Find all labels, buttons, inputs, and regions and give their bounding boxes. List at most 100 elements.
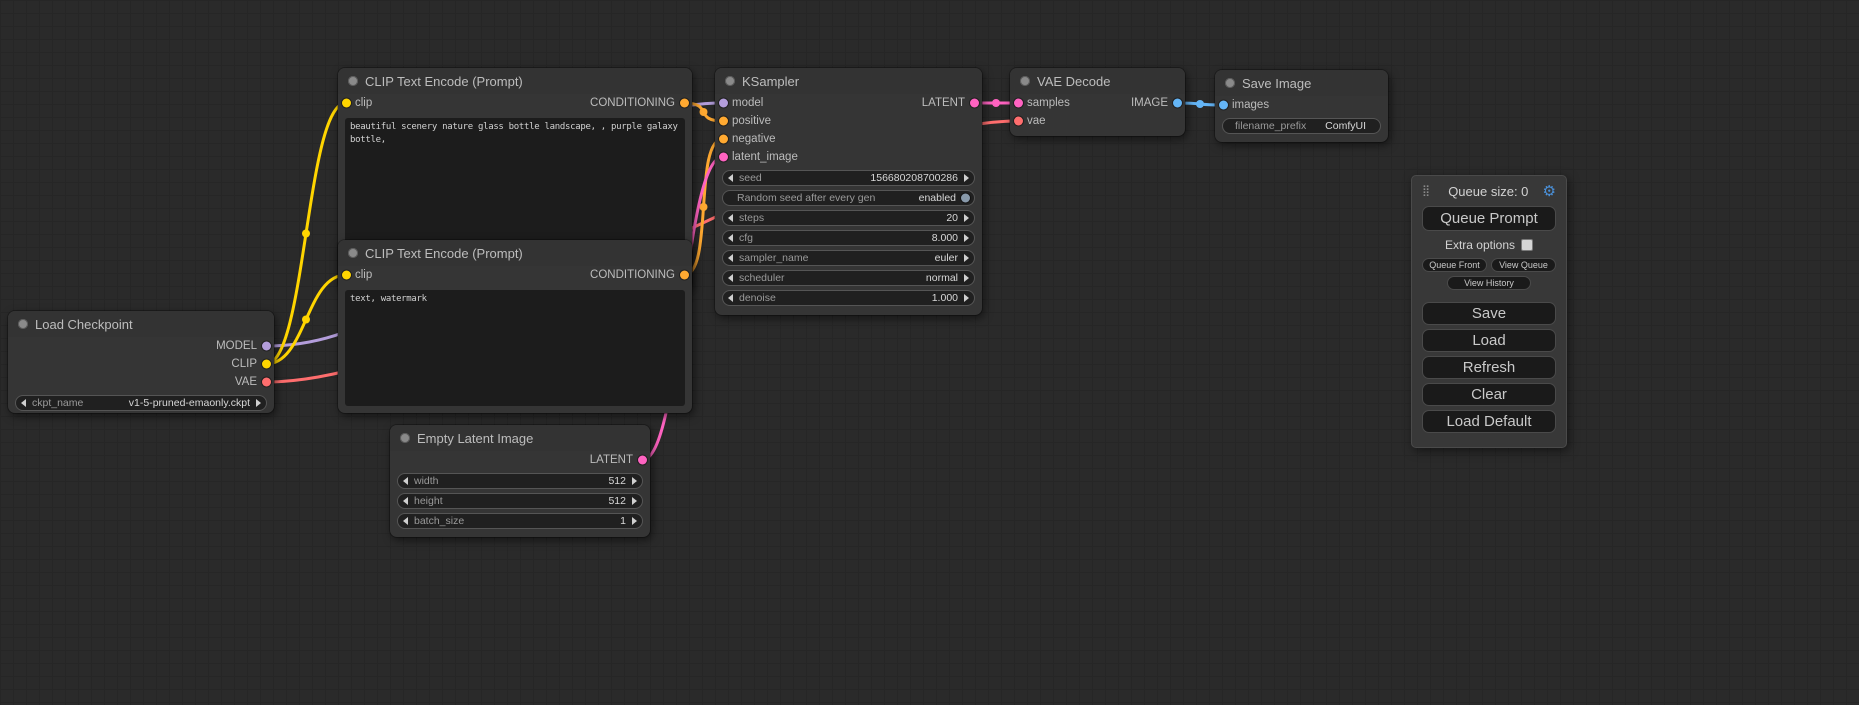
queue-prompt-button[interactable]: Queue Prompt [1422, 206, 1556, 231]
load-default-button[interactable]: Load Default [1422, 410, 1556, 433]
widget-value: 8.000 [932, 232, 958, 244]
clear-button[interactable]: Clear [1422, 383, 1556, 406]
arrow-right-icon[interactable] [632, 517, 637, 525]
arrow-left-icon[interactable] [403, 517, 408, 525]
widget-scheduler[interactable]: scheduler normal [722, 270, 975, 286]
widget-width[interactable]: width 512 [397, 473, 643, 489]
widget-batch-size[interactable]: batch_size 1 [397, 513, 643, 529]
node-load-checkpoint[interactable]: Load Checkpoint MODEL CLIP VAE ckpt_name… [8, 311, 274, 413]
widget-ckpt-name[interactable]: ckpt_name v1-5-pruned-emaonly.ckpt [15, 395, 267, 411]
node-header[interactable]: Save Image [1215, 70, 1388, 96]
input-port-clip[interactable] [342, 99, 351, 108]
output-port-image[interactable] [1173, 99, 1182, 108]
node-vae-decode[interactable]: VAE Decode samples IMAGE vae [1010, 68, 1185, 136]
arrow-right-icon[interactable] [964, 254, 969, 262]
node-title-text: Load Checkpoint [35, 317, 133, 332]
input-label-samples: samples [1027, 97, 1070, 109]
arrow-left-icon[interactable] [403, 497, 408, 505]
input-port-samples[interactable] [1014, 99, 1023, 108]
view-history-button[interactable]: View History [1447, 276, 1530, 290]
node-collapse-dot[interactable] [348, 76, 358, 86]
node-header[interactable]: CLIP Text Encode (Prompt) [338, 68, 692, 94]
load-button[interactable]: Load [1422, 329, 1556, 352]
arrow-left-icon[interactable] [728, 174, 733, 182]
widget-label: sampler_name [739, 252, 808, 264]
arrow-right-icon[interactable] [632, 497, 637, 505]
link-midpoint-dot[interactable] [302, 230, 310, 238]
input-port-clip[interactable] [342, 271, 351, 280]
node-header[interactable]: Load Checkpoint [8, 311, 274, 337]
settings-gear-icon[interactable]: ⚙ [1543, 184, 1556, 199]
input-label-positive: positive [732, 115, 771, 127]
link-midpoint-dot[interactable] [992, 99, 1000, 107]
output-port-conditioning[interactable] [680, 271, 689, 280]
node-collapse-dot[interactable] [18, 319, 28, 329]
widget-cfg[interactable]: cfg 8.000 [722, 230, 975, 246]
arrow-right-icon[interactable] [964, 174, 969, 182]
widget-steps[interactable]: steps 20 [722, 210, 975, 226]
view-queue-button[interactable]: View Queue [1491, 258, 1556, 272]
node-header[interactable]: VAE Decode [1010, 68, 1185, 94]
arrow-right-icon[interactable] [964, 294, 969, 302]
arrow-left-icon[interactable] [728, 254, 733, 262]
node-collapse-dot[interactable] [1225, 78, 1235, 88]
link-midpoint-dot[interactable] [1196, 100, 1204, 108]
link-midpoint-dot[interactable] [700, 108, 708, 116]
output-port-latent[interactable] [970, 99, 979, 108]
widget-denoise[interactable]: denoise 1.000 [722, 290, 975, 306]
output-port-model[interactable] [262, 342, 271, 351]
arrow-left-icon[interactable] [403, 477, 408, 485]
widget-sampler-name[interactable]: sampler_name euler [722, 250, 975, 266]
node-collapse-dot[interactable] [1020, 76, 1030, 86]
queue-front-button[interactable]: Queue Front [1422, 258, 1487, 272]
arrow-left-icon[interactable] [728, 234, 733, 242]
output-port-vae[interactable] [262, 378, 271, 387]
output-port-clip[interactable] [262, 360, 271, 369]
node-header[interactable]: CLIP Text Encode (Prompt) [338, 240, 692, 266]
arrow-left-icon[interactable] [728, 214, 733, 222]
link-midpoint-dot[interactable] [302, 316, 310, 324]
widget-filename-prefix[interactable]: filename_prefix ComfyUI [1222, 118, 1381, 134]
arrow-right-icon[interactable] [964, 214, 969, 222]
node-header[interactable]: KSampler [715, 68, 982, 94]
save-button[interactable]: Save [1422, 302, 1556, 325]
node-header[interactable]: Empty Latent Image [390, 425, 650, 451]
output-port-conditioning[interactable] [680, 99, 689, 108]
node-ksampler[interactable]: KSampler model LATENT positive negative … [715, 68, 982, 315]
refresh-button[interactable]: Refresh [1422, 356, 1556, 379]
drag-handle-icon[interactable]: ⣿ [1422, 186, 1430, 197]
arrow-right-icon[interactable] [632, 477, 637, 485]
output-label-latent: LATENT [922, 97, 965, 109]
input-port-negative[interactable] [719, 135, 728, 144]
link-midpoint-dot[interactable] [700, 203, 708, 211]
widget-seed[interactable]: seed 156680208700286 [722, 170, 975, 186]
input-port-vae[interactable] [1014, 117, 1023, 126]
input-port-images[interactable] [1219, 101, 1228, 110]
output-port-latent[interactable] [638, 456, 647, 465]
toggle-dot-icon[interactable] [961, 194, 970, 203]
arrow-left-icon[interactable] [728, 294, 733, 302]
node-graph-canvas[interactable]: { "colors": { "model": "#B39DDB", "clip"… [0, 0, 1859, 705]
input-label-model: model [732, 97, 763, 109]
arrow-right-icon[interactable] [964, 274, 969, 282]
widget-value: normal [926, 272, 958, 284]
input-port-positive[interactable] [719, 117, 728, 126]
extra-options-checkbox[interactable] [1521, 239, 1533, 251]
input-port-latent-image[interactable] [719, 153, 728, 162]
node-empty-latent-image[interactable]: Empty Latent Image LATENT width 512 heig… [390, 425, 650, 537]
arrow-right-icon[interactable] [964, 234, 969, 242]
node-title-text: Save Image [1242, 76, 1311, 91]
node-clip-text-encode-negative[interactable]: CLIP Text Encode (Prompt) clip CONDITION… [338, 240, 692, 413]
node-collapse-dot[interactable] [725, 76, 735, 86]
arrow-left-icon[interactable] [728, 274, 733, 282]
node-collapse-dot[interactable] [348, 248, 358, 258]
widget-random-seed-toggle[interactable]: Random seed after every gen enabled [722, 190, 975, 206]
node-save-image[interactable]: Save Image images filename_prefix ComfyU… [1215, 70, 1388, 142]
arrow-right-icon[interactable] [256, 399, 261, 407]
input-port-model[interactable] [719, 99, 728, 108]
widget-value: 512 [608, 495, 626, 507]
node-collapse-dot[interactable] [400, 433, 410, 443]
arrow-left-icon[interactable] [21, 399, 26, 407]
widget-height[interactable]: height 512 [397, 493, 643, 509]
prompt-textarea[interactable]: text, watermark [345, 290, 685, 406]
